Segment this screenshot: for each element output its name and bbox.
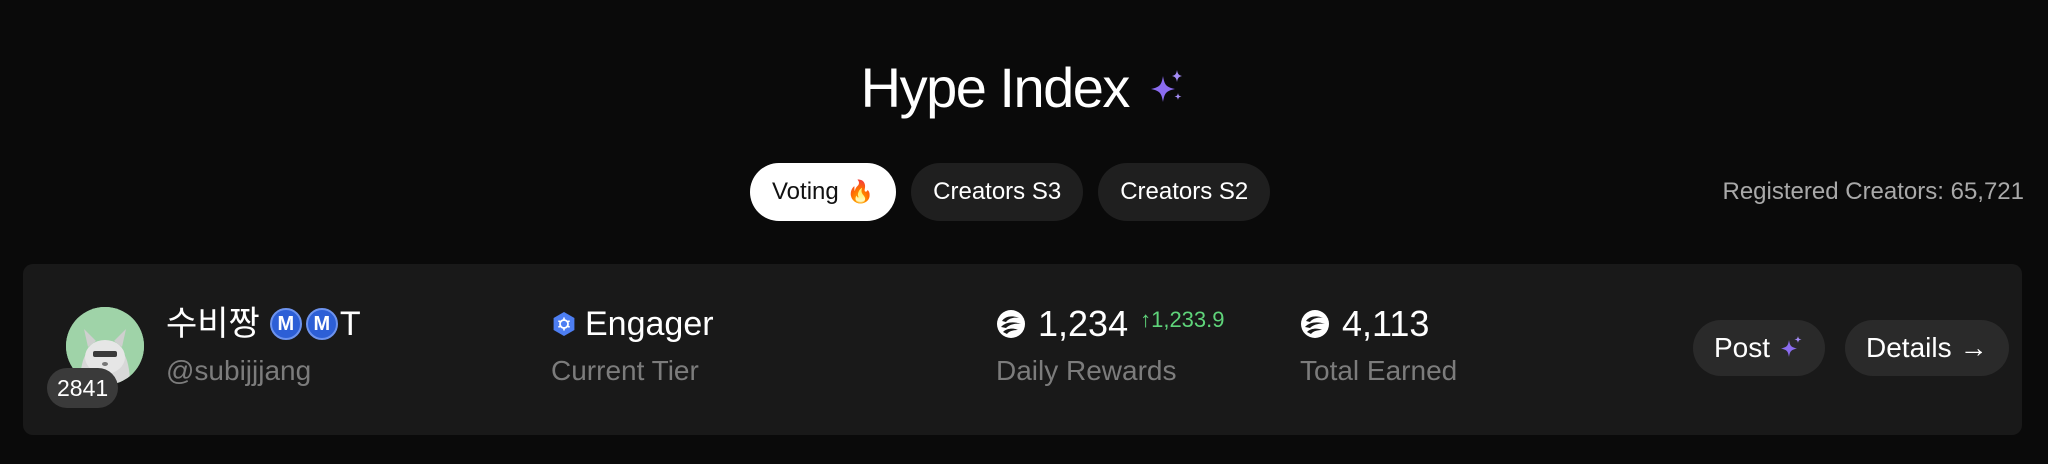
tab-creators-s2[interactable]: Creators S2 [1098, 163, 1271, 221]
coin-icon [1301, 310, 1329, 338]
creator-name-row: 수비짱 M M T [166, 304, 361, 344]
fire-icon: 🔥 [846, 179, 875, 204]
total-earned-row: 4,113 [1300, 304, 1429, 344]
arrow-right-icon: → [1959, 332, 1988, 363]
creator-card[interactable]: 2841 수비짱 M M T @subijjjang Engager Curre… [23, 264, 2022, 435]
m-badge-icon: M [305, 308, 338, 340]
registered-creators-count: Registered Creators: 65,721 [1722, 178, 2025, 205]
tier-row: Engager [551, 304, 714, 344]
title-row: Hype Index [0, 52, 2048, 124]
total-earned-value: 4,113 [1342, 303, 1430, 344]
coin-icon [997, 310, 1025, 338]
name-suffix: T [339, 305, 361, 343]
daily-rewards-row: 1,234 ↑1,233.9 [996, 304, 1225, 344]
rank-badge: 2841 [47, 368, 119, 408]
tab-creators-s2-label: Creators S2 [1120, 178, 1249, 205]
tab-voting[interactable]: Voting 🔥 [750, 163, 897, 221]
hype-index-page: Hype Index Voting 🔥 Creators S3 Creators… [0, 0, 2048, 464]
details-button[interactable]: Details → [1845, 320, 2009, 376]
total-earned-label: Total Earned [1300, 355, 1458, 386]
daily-rewards-label: Daily Rewards [996, 355, 1177, 386]
sparkle-icon [1781, 336, 1802, 357]
post-button-label: Post [1714, 332, 1771, 363]
tab-creators-s3-label: Creators S3 [933, 178, 1062, 205]
page-title: Hype Index [860, 56, 1131, 119]
details-button-label: Details [1866, 332, 1952, 363]
hexagon-tier-icon [553, 312, 575, 336]
tier-name: Engager [585, 305, 714, 343]
post-button[interactable]: Post [1693, 320, 1826, 376]
tier-label: Current Tier [551, 355, 699, 386]
tab-creators-s3[interactable]: Creators S3 [911, 163, 1084, 221]
daily-rewards-delta: ↑1,233.9 [1140, 307, 1225, 332]
m-badge-icon: M [269, 308, 302, 340]
creator-name: 수비짱 [166, 305, 260, 343]
tab-bar: Voting 🔥 Creators S3 Creators S2 [750, 163, 1271, 221]
tab-voting-label: Voting [772, 178, 839, 205]
daily-rewards-value: 1,234 [1038, 303, 1129, 344]
sparkle-icon [1151, 70, 1183, 102]
creator-handle: @subijjjang [166, 355, 312, 386]
